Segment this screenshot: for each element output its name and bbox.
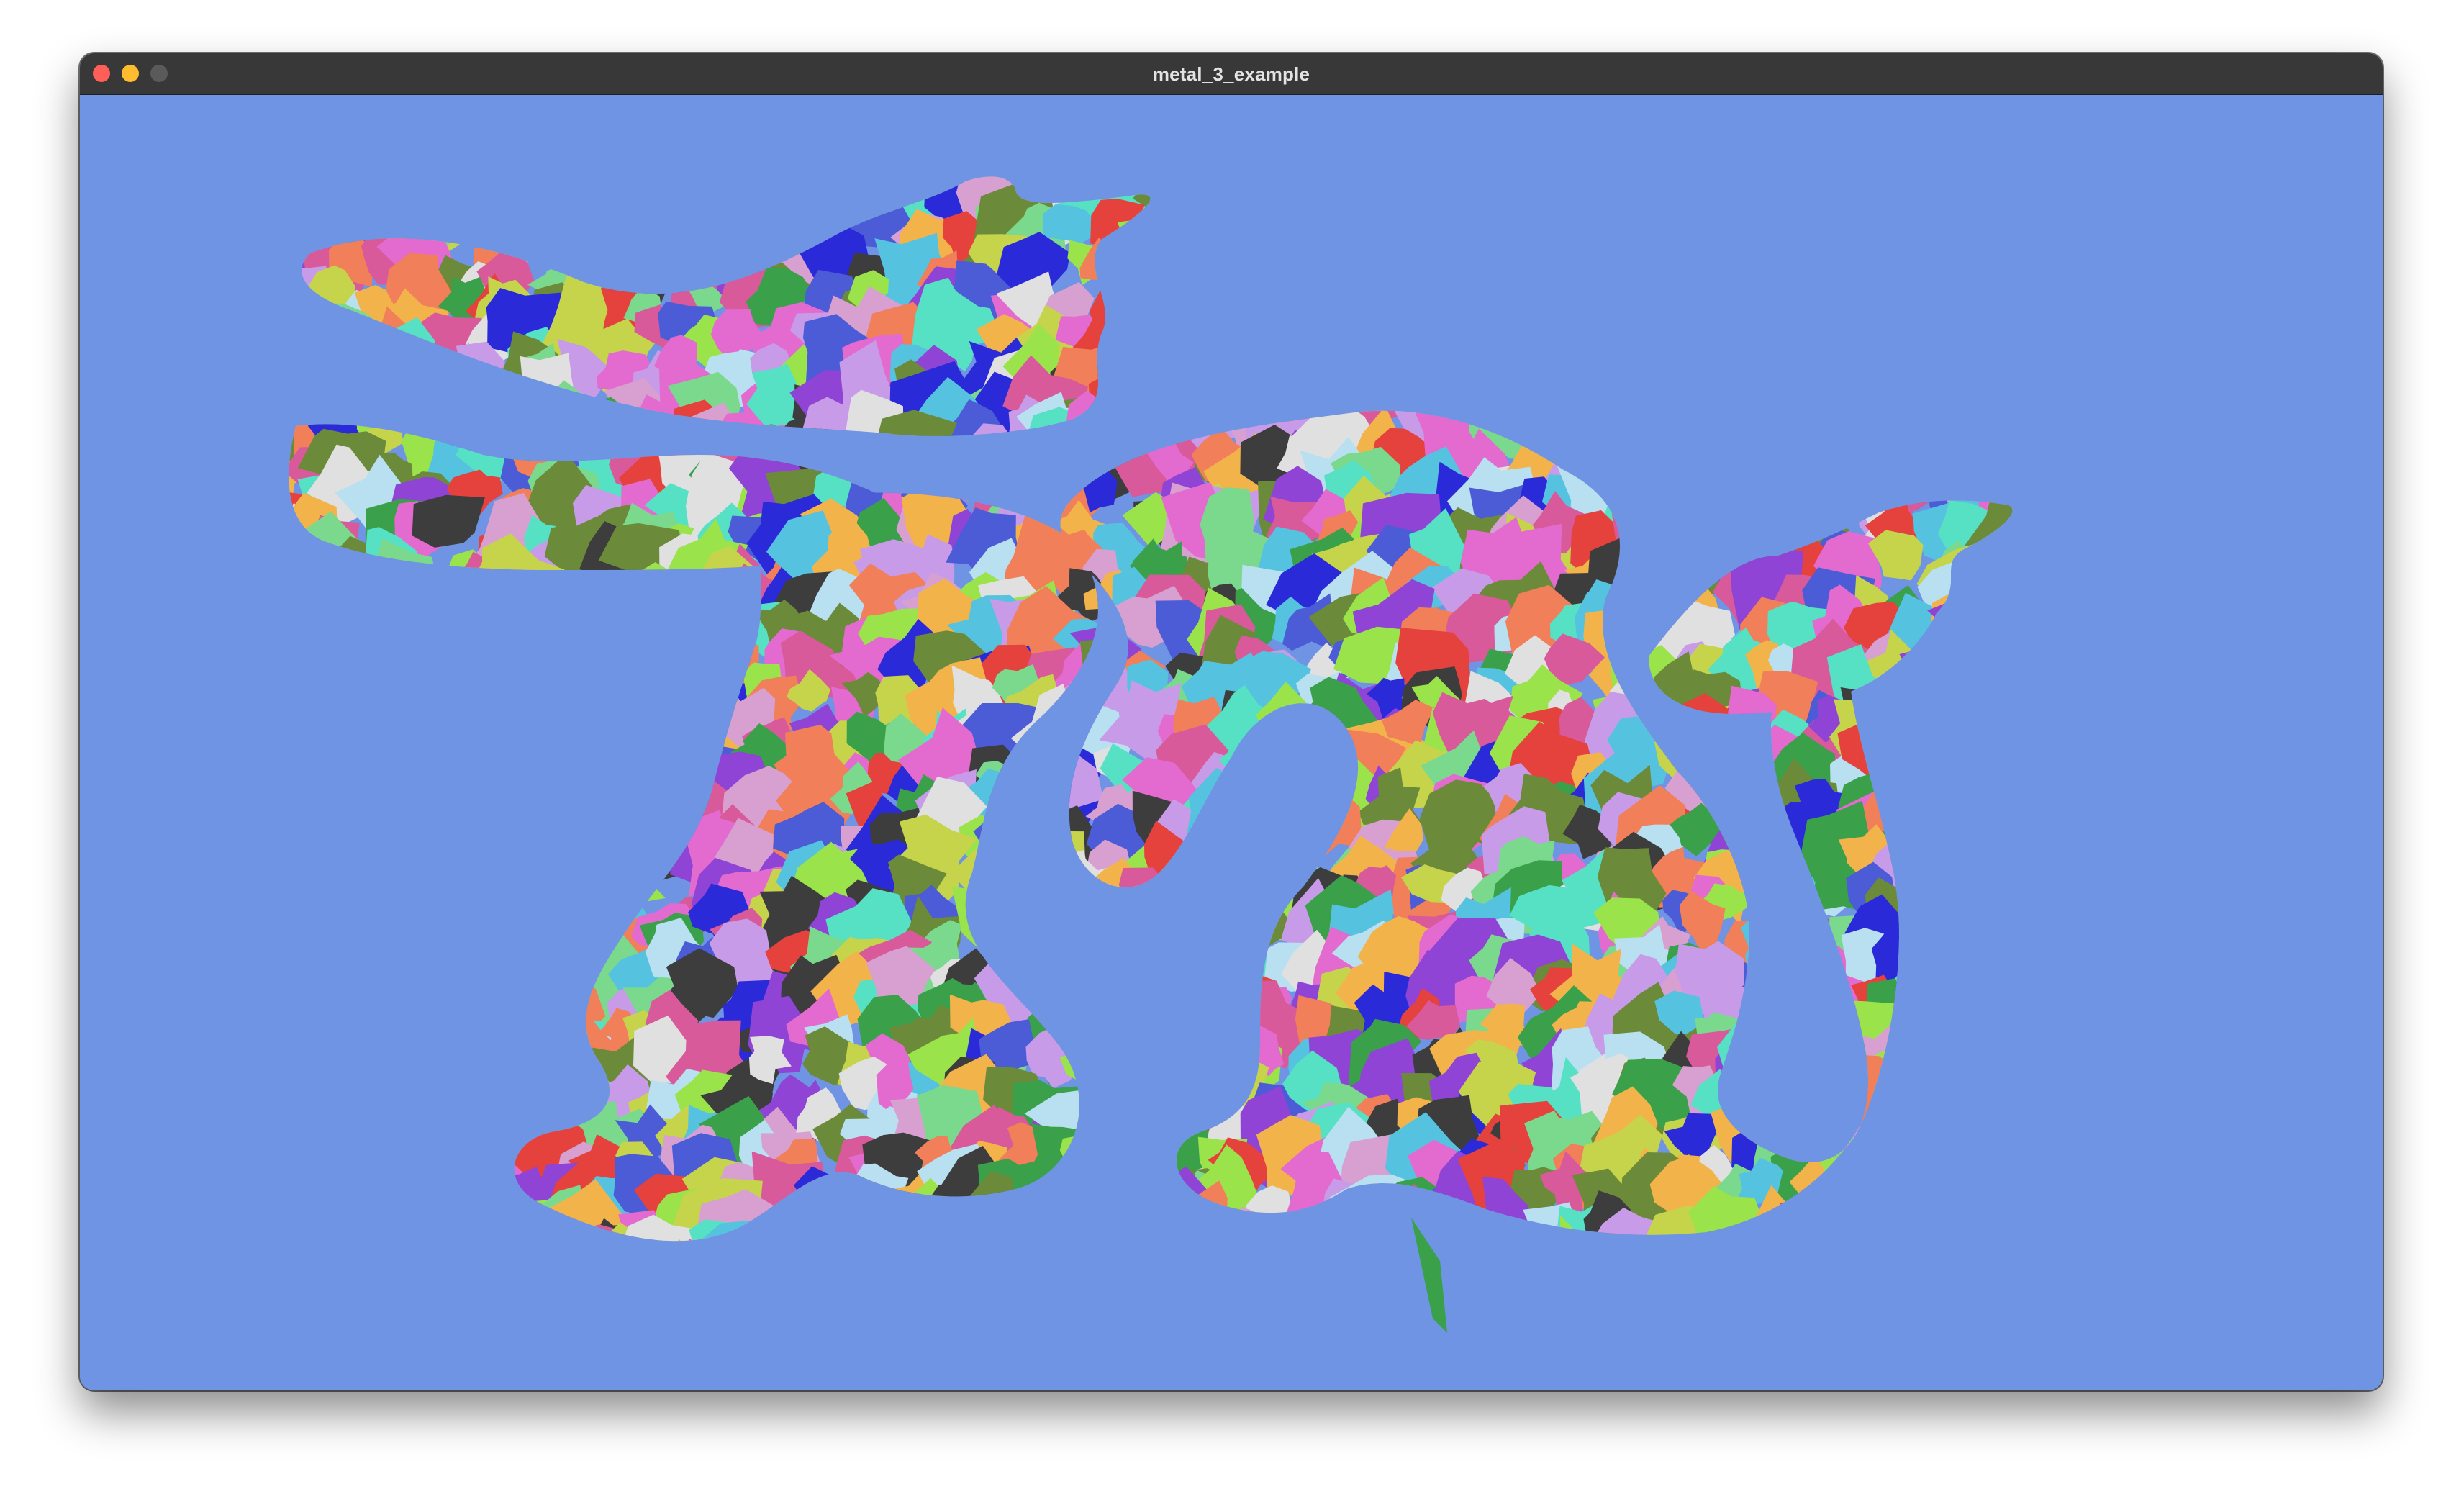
dragon-render: [80, 95, 2383, 1390]
title-bar[interactable]: metal_3_example: [80, 53, 2383, 95]
metal-render-viewport[interactable]: [80, 95, 2383, 1390]
desktop: metal_3_example: [0, 0, 2464, 1497]
app-window: metal_3_example: [80, 53, 2383, 1390]
window-title: metal_3_example: [1152, 63, 1310, 85]
